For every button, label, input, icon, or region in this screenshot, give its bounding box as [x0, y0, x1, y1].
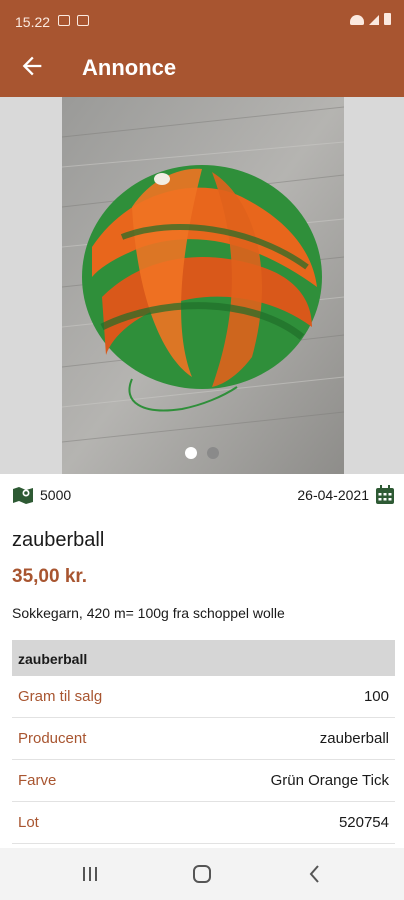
image-gallery[interactable] [0, 97, 404, 474]
specs-table: zauberball Gram til salg 100 Producent z… [12, 640, 395, 844]
gallery-dot[interactable] [207, 447, 219, 459]
recents-icon[interactable] [78, 862, 102, 886]
spec-row-producer: Producent zauberball [12, 718, 395, 760]
page-title: Annonce [82, 55, 177, 80]
calendar-icon [376, 485, 394, 504]
ad-price: 35,00 kr. [12, 566, 88, 587]
spec-row-lot: Lot 520754 [12, 802, 395, 844]
arrow-back-icon[interactable] [18, 52, 46, 80]
spec-label: Gram til salg [18, 688, 103, 705]
status-bar: 15.22 [0, 0, 404, 40]
specs-header: zauberball [12, 640, 395, 676]
spec-label: Lot [18, 814, 39, 831]
gallery-dot-active[interactable] [185, 447, 197, 459]
location: 5000 [12, 485, 71, 505]
date-text: 26-04-2021 [297, 487, 369, 503]
gallery-indicator [0, 447, 404, 459]
ad-title: zauberball [12, 529, 105, 551]
battery-icon [384, 13, 391, 25]
spec-row-weight: Gram til salg 100 [12, 676, 395, 718]
yarn-ball-image [62, 97, 344, 474]
spec-value: 520754 [338, 814, 389, 831]
meta-row: 5000 26-04-2021 [12, 485, 395, 507]
back-nav-icon[interactable] [303, 862, 327, 886]
spec-label: Producent [18, 730, 87, 747]
app-notification-icon [77, 15, 89, 26]
ad-description: Sokkegarn, 420 m= 100g fra schoppel woll… [12, 605, 285, 621]
status-time: 15.22 [15, 14, 51, 30]
post-date: 26-04-2021 [297, 485, 395, 505]
wifi-icon [350, 15, 364, 25]
home-icon[interactable] [190, 862, 214, 886]
system-icons [350, 13, 391, 25]
location-text: 5000 [40, 487, 72, 503]
spec-value: zauberball [319, 730, 389, 747]
gallery-notification-icon [58, 15, 70, 26]
spec-label: Farve [18, 772, 57, 789]
app-bar: 15.22 Annonce [0, 0, 404, 97]
spec-value: 100 [363, 688, 389, 705]
spec-row-color: Farve Grün Orange Tick [12, 760, 395, 802]
toolbar: Annonce [0, 40, 404, 97]
signal-icon [369, 15, 379, 25]
spec-value: Grün Orange Tick [270, 772, 389, 789]
map-icon [13, 487, 33, 504]
system-nav-bar [0, 848, 404, 900]
listing-photo[interactable] [62, 97, 344, 474]
